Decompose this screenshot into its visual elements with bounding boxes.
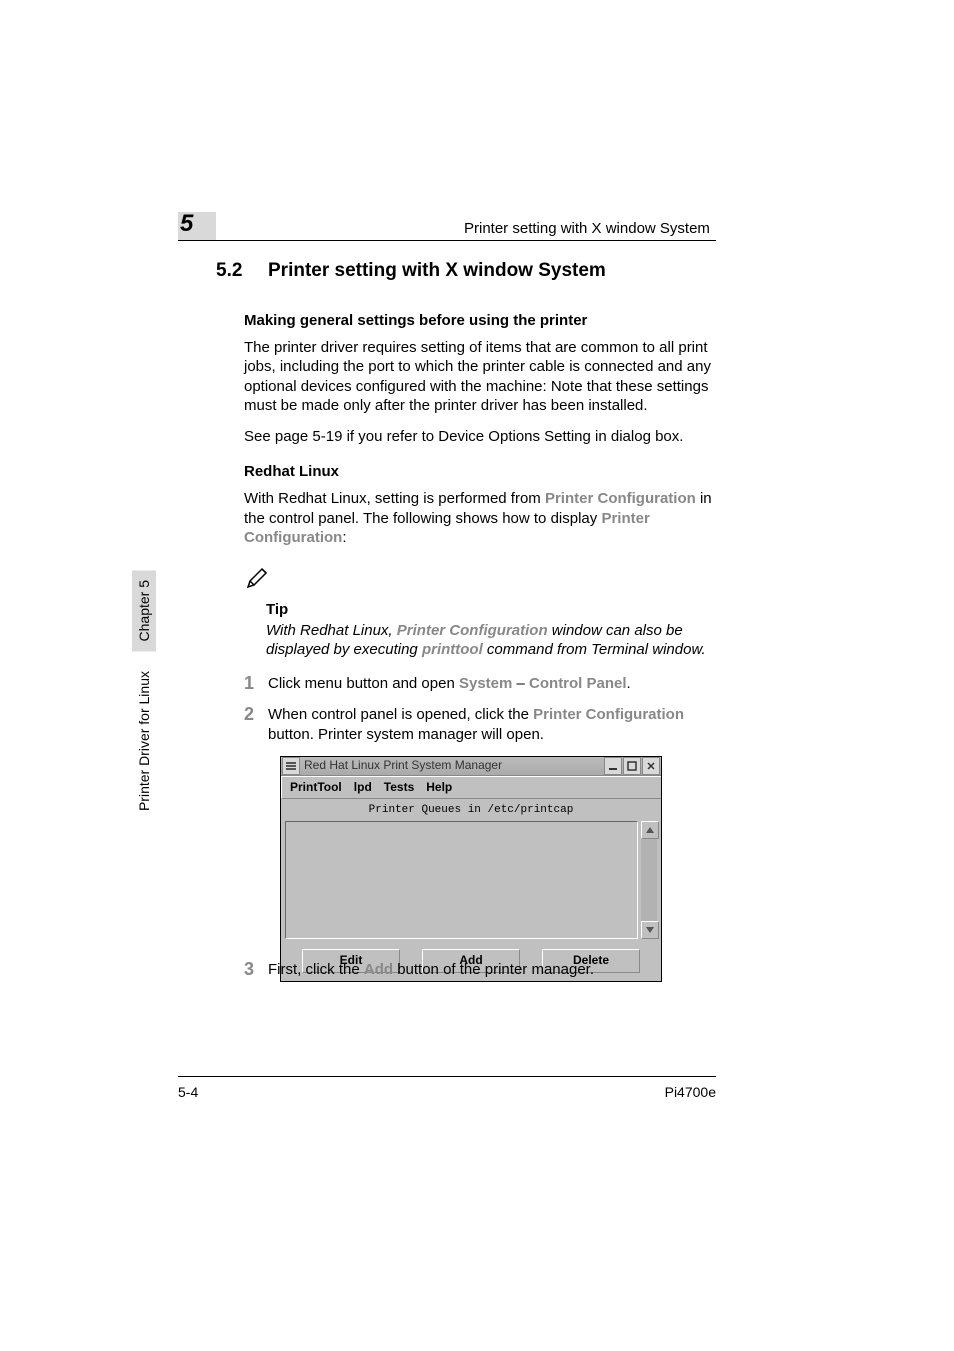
step-2: 2 When control panel is opened, click th… bbox=[244, 705, 720, 743]
step-text: When control panel is opened, click the … bbox=[268, 705, 720, 743]
header-rule bbox=[178, 240, 716, 241]
section-title: Printer setting with X window System bbox=[268, 260, 606, 282]
scroll-up-button[interactable] bbox=[641, 821, 659, 839]
step-text: Click menu button and open System – Cont… bbox=[268, 674, 631, 693]
text: button. Printer system manager will open… bbox=[268, 726, 544, 743]
ui-reference: Printer Configuration bbox=[533, 706, 684, 723]
ui-reference: Printer Configuration bbox=[397, 622, 548, 639]
maximize-button[interactable] bbox=[623, 757, 641, 775]
side-tab: Chapter 5 Printer Driver for Linux bbox=[130, 570, 158, 910]
step-3: 3 First, click the Add button of the pri… bbox=[244, 960, 720, 980]
close-button[interactable] bbox=[642, 757, 660, 775]
scroll-down-button[interactable] bbox=[641, 921, 659, 939]
ui-reference: Add bbox=[364, 961, 393, 978]
side-tab-chapter: Chapter 5 bbox=[132, 570, 156, 651]
list-header-label: Printer Queues in /etc/printcap bbox=[281, 799, 661, 821]
text: Click menu button and open bbox=[268, 675, 459, 692]
scroll-track[interactable] bbox=[641, 839, 657, 921]
menu-lpd[interactable]: lpd bbox=[354, 780, 372, 795]
subheading-redhat: Redhat Linux bbox=[244, 462, 720, 481]
text: – bbox=[512, 675, 529, 692]
side-tab-section: Printer Driver for Linux bbox=[136, 671, 152, 811]
step-number: 3 bbox=[244, 960, 268, 980]
scrollbar[interactable] bbox=[641, 821, 657, 939]
step-number: 1 bbox=[244, 674, 268, 694]
page: 5 Printer setting with X window System 5… bbox=[0, 0, 954, 1351]
ui-reference: Printer Configuration bbox=[545, 490, 696, 507]
subheading-general-settings: Making general settings before using the… bbox=[244, 311, 720, 330]
ui-reference: Control Panel bbox=[529, 675, 627, 692]
text: . bbox=[627, 675, 631, 692]
tip-heading bbox=[244, 563, 720, 596]
window-menu-icon[interactable] bbox=[282, 757, 300, 775]
text: When control panel is opened, click the bbox=[268, 706, 533, 723]
chapter-number: 5 bbox=[180, 210, 193, 238]
window-body bbox=[285, 821, 657, 939]
text: : bbox=[342, 529, 346, 546]
window-title: Red Hat Linux Print System Manager bbox=[300, 758, 604, 773]
menu-tests[interactable]: Tests bbox=[384, 780, 414, 795]
text: button of the printer manager. bbox=[393, 961, 594, 978]
text: command from Terminal window. bbox=[483, 641, 706, 658]
window-titlebar: Red Hat Linux Print System Manager bbox=[281, 757, 661, 776]
paragraph: The printer driver requires setting of i… bbox=[244, 338, 720, 415]
step-text: First, click the Add button of the print… bbox=[268, 960, 594, 979]
print-system-manager-window: Red Hat Linux Print System Manager Print… bbox=[280, 756, 662, 982]
printer-queue-list[interactable] bbox=[285, 821, 638, 939]
command-reference: printtool bbox=[422, 641, 483, 658]
tip-label: Tip bbox=[266, 600, 720, 619]
page-number: 5-4 bbox=[178, 1084, 198, 1100]
content-column: Making general settings before using the… bbox=[244, 295, 720, 982]
text: First, click the bbox=[268, 961, 364, 978]
tip-body: With Redhat Linux, Printer Configuration… bbox=[266, 621, 718, 659]
text: With Redhat Linux, bbox=[266, 622, 397, 639]
product-name: Pi4700e bbox=[665, 1084, 716, 1100]
section-number: 5.2 bbox=[216, 260, 242, 282]
paragraph: With Redhat Linux, setting is performed … bbox=[244, 489, 720, 547]
menu-help[interactable]: Help bbox=[426, 780, 452, 795]
step-1: 1 Click menu button and open System – Co… bbox=[244, 674, 720, 694]
running-header: Printer setting with X window System bbox=[464, 220, 710, 237]
ui-reference: System bbox=[459, 675, 512, 692]
step-3-container: 3 First, click the Add button of the pri… bbox=[244, 960, 720, 992]
paragraph: See page 5-19 if you refer to Device Opt… bbox=[244, 427, 720, 446]
minimize-button[interactable] bbox=[604, 757, 622, 775]
window-menubar: PrintTool lpd Tests Help bbox=[281, 776, 661, 799]
step-number: 2 bbox=[244, 705, 268, 725]
pencil-icon bbox=[244, 563, 272, 596]
menu-printtool[interactable]: PrintTool bbox=[290, 780, 342, 795]
text: With Redhat Linux, setting is performed … bbox=[244, 490, 545, 507]
footer-rule bbox=[178, 1076, 716, 1077]
